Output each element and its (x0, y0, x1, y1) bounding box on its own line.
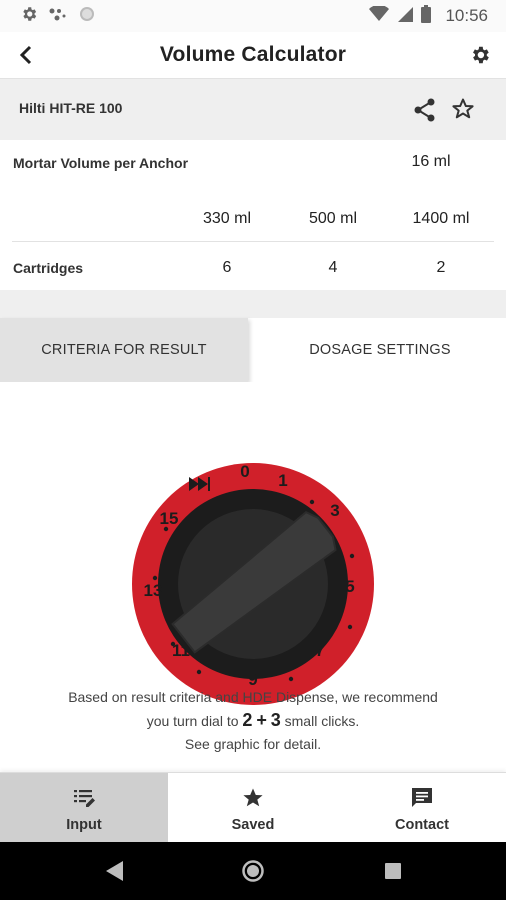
recommendation-line-1: Based on result criteria and HDE Dispens… (68, 689, 438, 705)
dial-number-7: 7 (315, 641, 324, 660)
dial-number-3: 3 (330, 501, 339, 520)
dial-number-5: 5 (345, 577, 354, 596)
nav-saved[interactable]: Saved (169, 773, 337, 843)
cartridge-size-500: 500 ml (308, 210, 358, 227)
cartridges-count-500: 4 (328, 259, 338, 276)
cartridges-count-330: 6 (222, 259, 232, 276)
results-panel: Mortar Volume per Anchor 16 ml 330 ml 50… (0, 140, 506, 290)
dial-value-a: 2 (242, 710, 253, 730)
recents-square-icon[interactable] (383, 859, 403, 883)
home-circle-icon[interactable] (241, 859, 265, 883)
product-name: Hilti HIT-RE 100 (19, 100, 123, 116)
signal-icon (397, 6, 414, 27)
nav-contact-label: Contact (395, 817, 449, 833)
recommendation-line-3: See graphic for detail. (184, 736, 322, 752)
settings-icon (20, 5, 38, 28)
dial-number-11: 11 (172, 641, 190, 660)
dial-number-1: 1 (278, 471, 287, 490)
product-header: Hilti HIT-RE 100 (0, 78, 506, 141)
nav-input[interactable]: Input (0, 773, 168, 843)
share-icon[interactable] (412, 97, 438, 123)
tab-criteria-for-result[interactable]: CRITERIA FOR RESULT (0, 318, 248, 382)
divider (12, 241, 494, 242)
dial-plus: + (256, 710, 267, 730)
nav-input-label: Input (66, 817, 102, 833)
bottom-navigation: Input Saved Contact (0, 772, 506, 843)
cartridge-size-1400: 1400 ml (412, 210, 470, 227)
dial-number-13: 13 (144, 581, 163, 600)
dial-number-0: 0 (240, 462, 249, 481)
tab-dosage-settings[interactable]: DOSAGE SETTINGS (254, 318, 506, 382)
nav-saved-label: Saved (231, 817, 275, 833)
section-separator (0, 290, 506, 318)
cartridges-label: Cartridges (13, 260, 84, 276)
dosage-panel: 0 1 3 5 7 9 11 13 15 Based on result cri… (0, 382, 506, 772)
cartridge-size-330: 330 ml (202, 210, 252, 227)
clock-time: 10:56 (445, 6, 488, 25)
star-icon (241, 786, 265, 810)
recommendation-line-2: you turn dial to 2 + 3 small clicks. (146, 710, 360, 730)
cartridges-count-1400: 2 (436, 259, 446, 276)
assistant-dots-icon (48, 6, 68, 27)
tab-bar: CRITERIA FOR RESULT DOSAGE SETTINGS (0, 318, 506, 382)
edit-list-icon (72, 786, 96, 810)
gear-icon[interactable] (466, 41, 494, 69)
back-arrow-icon[interactable] (12, 41, 40, 69)
page-title: Volume Calculator (159, 43, 347, 66)
dosage-dial: 0 1 3 5 7 9 11 13 15 (132, 462, 374, 705)
dial-value-b: 3 (270, 710, 281, 730)
mortar-volume-value: 16 ml (411, 153, 451, 170)
back-triangle-icon[interactable] (103, 859, 125, 883)
wifi-icon (369, 4, 390, 27)
star-outline-icon[interactable] (451, 97, 477, 123)
nav-contact[interactable]: Contact (338, 773, 506, 843)
status-bar: 10:56 (0, 0, 506, 32)
battery-icon (421, 4, 432, 28)
recommendation-text: Based on result criteria and HDE Dispens… (0, 686, 506, 756)
system-navigation-bar (0, 842, 506, 900)
circle-icon (78, 5, 96, 28)
app-bar: Volume Calculator (0, 32, 506, 78)
dial-number-15: 15 (160, 509, 179, 528)
message-icon (410, 786, 434, 810)
mortar-volume-label: Mortar Volume per Anchor (13, 155, 189, 171)
